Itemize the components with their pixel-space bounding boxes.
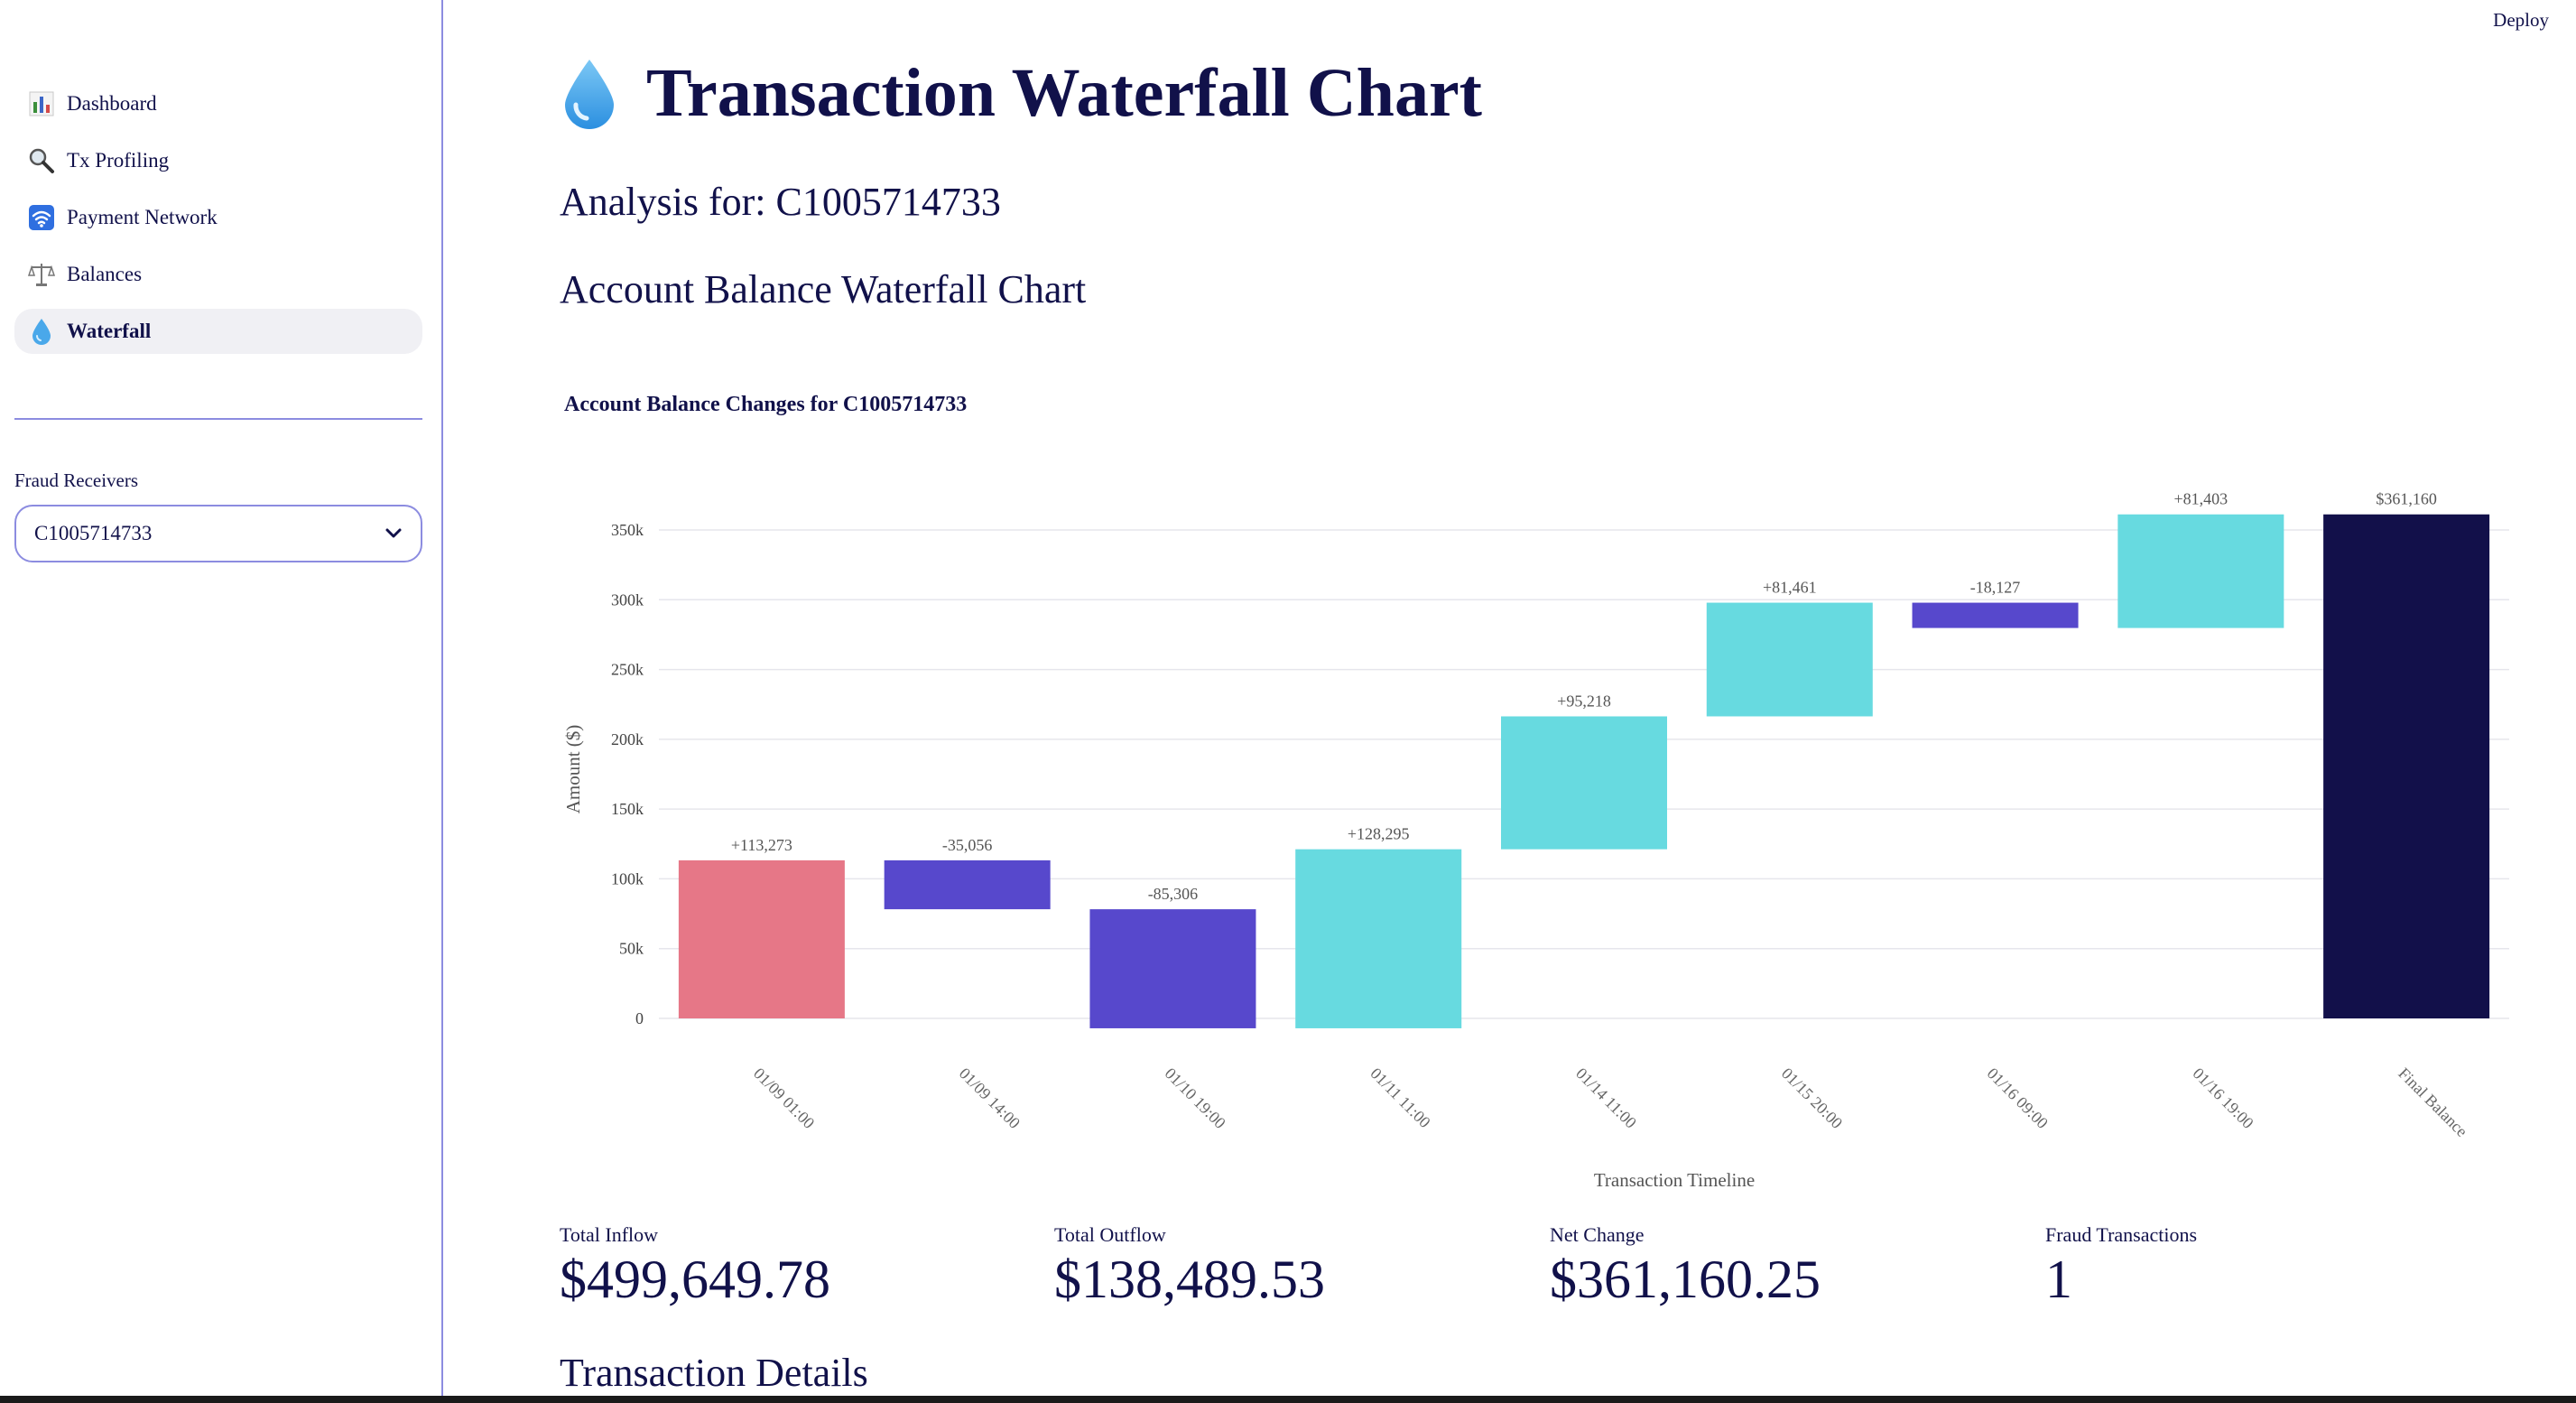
waterfall-bar	[1089, 909, 1256, 1028]
transaction-details-heading: Transaction Details	[560, 1351, 868, 1395]
bar-data-label: +128,295	[1348, 825, 1410, 843]
y-tick-label: 350k	[611, 521, 644, 539]
deploy-button[interactable]: Deploy	[2493, 9, 2549, 32]
magnifier-icon	[27, 146, 56, 175]
y-tick-label: 250k	[611, 661, 644, 679]
droplet-icon	[27, 317, 56, 346]
bar-chart-icon	[27, 89, 56, 118]
metric-total-outflow: Total Outflow $138,489.53	[1054, 1223, 1325, 1311]
fraud-receivers-select[interactable]: C1005714733	[14, 505, 422, 562]
waterfall-bar	[1706, 602, 1873, 717]
sidebar-item-label: Balances	[67, 263, 143, 285]
sidebar-nav: Dashboard Tx Profiling Payment Network B…	[14, 81, 422, 366]
bar-data-label: +81,461	[1763, 579, 1817, 597]
y-tick-label: 300k	[611, 590, 644, 609]
x-tick-label: 01/10 19:00	[1162, 1064, 1229, 1132]
bar-data-label: +95,218	[1557, 692, 1611, 710]
metric-total-inflow: Total Inflow $499,649.78	[560, 1223, 830, 1311]
y-tick-label: 50k	[619, 940, 644, 958]
x-tick-label: 01/09 01:00	[750, 1064, 818, 1132]
wifi-icon	[27, 203, 56, 232]
scales-icon	[27, 260, 56, 289]
bar-data-label: -35,056	[942, 836, 993, 854]
sidebar-item-label: Payment Network	[67, 206, 218, 228]
y-tick-label: 100k	[611, 869, 644, 887]
x-axis-label: Transaction Timeline	[1594, 1169, 1755, 1191]
metric-value: $361,160.25	[1550, 1250, 1821, 1309]
x-tick-label: 01/16 19:00	[2190, 1064, 2257, 1132]
x-tick-label: 01/16 09:00	[1984, 1064, 2052, 1132]
sidebar-item-label: Dashboard	[67, 92, 157, 115]
window-bottom-edge	[0, 1396, 2576, 1403]
waterfall-bar	[2117, 514, 2284, 628]
sidebar-item-balances[interactable]: Balances	[14, 252, 422, 297]
bar-data-label: -18,127	[1970, 579, 2021, 597]
section-heading: Account Balance Waterfall Chart	[560, 267, 1087, 311]
waterfall-bar	[1295, 849, 1462, 1028]
y-tick-label: 200k	[611, 730, 644, 748]
waterfall-bar	[1501, 716, 1667, 850]
sidebar-item-label: Waterfall	[67, 320, 152, 342]
y-tick-label: 0	[635, 1009, 644, 1027]
sidebar-item-label: Tx Profiling	[67, 149, 170, 172]
metric-value: 1	[2045, 1250, 2072, 1309]
waterfall-bar	[2323, 514, 2490, 1018]
metric-label: Fraud Transactions	[2045, 1223, 2198, 1246]
waterfall-bar	[1912, 602, 2079, 628]
sidebar-divider	[14, 418, 422, 420]
analysis-subtitle: Analysis for: C1005714733	[560, 180, 1001, 224]
metric-fraud-transactions: Fraud Transactions 1	[2045, 1223, 2197, 1311]
x-tick-label: Final Balance	[2395, 1064, 2470, 1140]
page-title-text: Transaction Waterfall Chart	[646, 55, 1482, 131]
fraud-receivers-value: C1005714733	[34, 522, 153, 544]
waterfall-bar	[884, 859, 1051, 910]
bar-data-label: $361,160	[2376, 490, 2437, 508]
y-tick-label: 150k	[611, 800, 644, 818]
waterfall-chart: Account Balance Changes for C1005714733 0…	[542, 379, 2554, 1210]
metric-net-change: Net Change $361,160.25	[1550, 1223, 1821, 1311]
sidebar: Dashboard Tx Profiling Payment Network B…	[0, 0, 443, 1403]
x-tick-label: 01/15 20:00	[1778, 1064, 1846, 1132]
metric-label: Total Inflow	[560, 1223, 659, 1246]
x-tick-label: 01/09 14:00	[956, 1064, 1024, 1132]
page-title: Transaction Waterfall Chart	[560, 54, 1482, 133]
x-tick-label: 01/14 11:00	[1572, 1064, 1640, 1132]
fraud-receivers-label: Fraud Receivers	[14, 469, 139, 491]
bar-data-label: +113,273	[731, 836, 792, 854]
metric-label: Net Change	[1550, 1223, 1645, 1246]
metric-label: Total Outflow	[1054, 1223, 1166, 1246]
waterfall-chart-svg: Account Balance Changes for C1005714733 0…	[562, 393, 2509, 1191]
bar-data-label: -85,306	[1148, 885, 1199, 903]
bar-data-label: +81,403	[2174, 490, 2229, 508]
droplet-icon	[565, 59, 614, 129]
x-tick-label: 01/11 11:00	[1367, 1064, 1433, 1131]
sidebar-item-dashboard[interactable]: Dashboard	[14, 81, 422, 126]
sidebar-item-waterfall[interactable]: Waterfall	[14, 309, 422, 354]
sidebar-item-payment-network[interactable]: Payment Network	[14, 195, 422, 240]
metric-value: $138,489.53	[1054, 1250, 1325, 1309]
chart-title: Account Balance Changes for C1005714733	[564, 393, 967, 416]
metric-value: $499,649.78	[560, 1250, 830, 1309]
y-axis-label: Amount ($)	[562, 725, 584, 814]
chevron-down-icon	[385, 522, 403, 545]
sidebar-item-tx-profiling[interactable]: Tx Profiling	[14, 138, 422, 183]
waterfall-bar	[678, 859, 845, 1018]
